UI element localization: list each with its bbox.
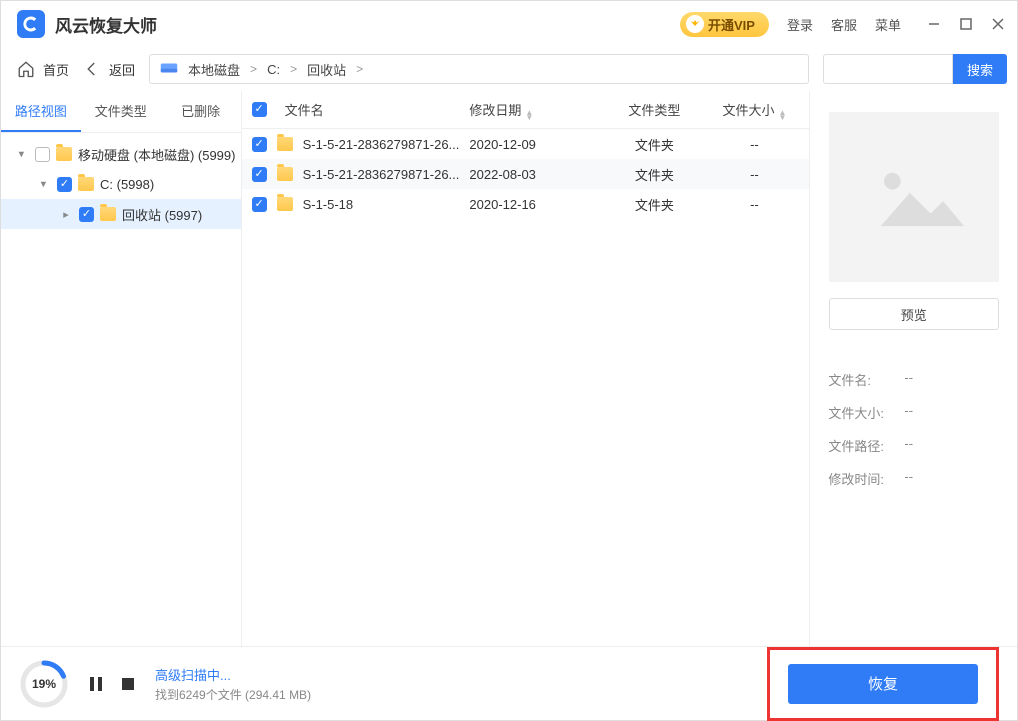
breadcrumb[interactable]: 本地磁盘> C:> 回收站> bbox=[149, 54, 809, 84]
preview-panel: 预览 文件名: -- 文件大小: -- 文件路径: -- 修改时间: -- bbox=[809, 91, 1017, 648]
footer: 19% 高级扫描中... 找到6249个文件 (294.41 MB) 恢复 bbox=[1, 646, 1017, 720]
recover-button[interactable]: 恢复 bbox=[788, 664, 978, 704]
file-size: -- bbox=[709, 197, 799, 212]
file-type: 文件夹 bbox=[609, 195, 699, 214]
progress-ring: 19% bbox=[19, 659, 69, 709]
tree-node[interactable]: ▸ C: (5998) bbox=[1, 169, 241, 199]
breadcrumb-seg[interactable]: 回收站 bbox=[307, 60, 346, 79]
stop-button[interactable] bbox=[119, 675, 137, 693]
tab-deleted[interactable]: 已删除 bbox=[161, 91, 241, 132]
folder-icon bbox=[277, 197, 293, 211]
minimize-button[interactable] bbox=[925, 15, 943, 33]
file-name: S-1-5-21-2836279871-26... bbox=[303, 167, 460, 182]
info-value: -- bbox=[904, 469, 913, 488]
checkbox[interactable] bbox=[57, 177, 72, 192]
tree-label: 移动硬盘 (本地磁盘) (5999) bbox=[78, 145, 235, 164]
table-row[interactable]: S-1-5-18 2020-12-16 文件夹 -- bbox=[242, 189, 810, 219]
recover-highlight: 恢复 bbox=[767, 647, 999, 721]
tree-label: 回收站 (5997) bbox=[122, 205, 202, 224]
tree-label: C: (5998) bbox=[100, 177, 154, 192]
menu-link[interactable]: 菜单 bbox=[875, 15, 901, 34]
preview-thumbnail bbox=[829, 112, 999, 282]
pause-button[interactable] bbox=[87, 675, 105, 693]
file-type: 文件夹 bbox=[609, 165, 699, 184]
search-button[interactable]: 搜索 bbox=[953, 54, 1007, 84]
folder-icon bbox=[277, 167, 293, 181]
table-row[interactable]: S-1-5-21-2836279871-26... 2022-08-03 文件夹 -- bbox=[242, 159, 810, 189]
sort-icon[interactable]: ▲▼ bbox=[778, 110, 786, 120]
app-logo bbox=[17, 10, 45, 38]
login-link[interactable]: 登录 bbox=[787, 15, 813, 34]
file-name: S-1-5-21-2836279871-26... bbox=[303, 137, 460, 152]
app-title: 风云恢复大师 bbox=[55, 12, 157, 37]
checkbox[interactable] bbox=[79, 207, 94, 222]
info-value: -- bbox=[904, 370, 913, 389]
file-size: -- bbox=[709, 167, 799, 182]
info-value: -- bbox=[904, 436, 913, 455]
sort-icon[interactable]: ▲▼ bbox=[525, 110, 533, 120]
tree-node-selected[interactable]: ▸ 回收站 (5997) bbox=[1, 199, 241, 229]
info-label: 文件路径: bbox=[828, 436, 890, 455]
breadcrumb-seg[interactable]: C: bbox=[267, 62, 280, 77]
folder-icon bbox=[277, 137, 293, 151]
tree-node[interactable]: ▸ 移动硬盘 (本地磁盘) (5999) bbox=[1, 139, 241, 169]
checkbox[interactable] bbox=[252, 197, 267, 212]
toolbar: 首页 返回 本地磁盘> C:> 回收站> 搜索 bbox=[1, 47, 1017, 91]
sidebar: 路径视图 文件类型 已删除 ▸ 移动硬盘 (本地磁盘) (5999) ▸ C: … bbox=[1, 91, 242, 648]
search-input[interactable] bbox=[823, 54, 953, 84]
info-label: 文件大小: bbox=[828, 403, 890, 422]
vip-button[interactable]: 开通VIP bbox=[680, 12, 769, 37]
info-label: 修改时间: bbox=[828, 469, 890, 488]
select-all-checkbox[interactable] bbox=[252, 102, 267, 117]
file-date: 2020-12-16 bbox=[469, 197, 599, 212]
chevron-right-icon[interactable]: ▸ bbox=[59, 208, 73, 221]
file-date: 2022-08-03 bbox=[469, 167, 599, 182]
info-label: 文件名: bbox=[828, 370, 890, 389]
checkbox[interactable] bbox=[35, 147, 50, 162]
folder-tree: ▸ 移动硬盘 (本地磁盘) (5999) ▸ C: (5998) ▸ 回收站 (… bbox=[1, 133, 241, 235]
tab-file-type[interactable]: 文件类型 bbox=[81, 91, 161, 132]
progress-percent: 19% bbox=[19, 659, 69, 709]
checkbox[interactable] bbox=[252, 137, 267, 152]
info-value: -- bbox=[904, 403, 913, 422]
vip-icon bbox=[686, 15, 704, 33]
file-date: 2020-12-09 bbox=[469, 137, 599, 152]
file-table: 文件名 修改日期 ▲▼ 文件类型 文件大小 ▲▼ S-1-5-21-28362798… bbox=[242, 91, 810, 648]
chevron-down-icon[interactable]: ▸ bbox=[16, 147, 29, 161]
tab-path-view[interactable]: 路径视图 bbox=[1, 91, 81, 132]
checkbox[interactable] bbox=[252, 167, 267, 182]
folder-icon bbox=[78, 177, 94, 191]
table-row[interactable]: S-1-5-21-2836279871-26... 2020-12-09 文件夹 -- bbox=[242, 129, 810, 159]
col-size[interactable]: 文件大小 bbox=[722, 103, 774, 118]
col-date[interactable]: 修改日期 bbox=[469, 103, 521, 118]
chevron-down-icon[interactable]: ▸ bbox=[38, 177, 51, 191]
breadcrumb-seg[interactable]: 本地磁盘 bbox=[188, 60, 240, 79]
file-type: 文件夹 bbox=[609, 135, 699, 154]
title-bar: 风云恢复大师 开通VIP 登录 客服 菜单 bbox=[1, 1, 1017, 47]
maximize-button[interactable] bbox=[957, 15, 975, 33]
file-name: S-1-5-18 bbox=[303, 197, 354, 212]
scan-status: 高级扫描中... bbox=[155, 665, 311, 684]
col-name[interactable]: 文件名 bbox=[285, 100, 324, 119]
table-header: 文件名 修改日期 ▲▼ 文件类型 文件大小 ▲▼ bbox=[242, 91, 810, 129]
preview-button[interactable]: 预览 bbox=[829, 298, 999, 330]
scan-detail: 找到6249个文件 (294.41 MB) bbox=[155, 686, 311, 703]
disk-icon bbox=[160, 61, 178, 78]
col-type[interactable]: 文件类型 bbox=[609, 100, 699, 119]
close-button[interactable] bbox=[989, 15, 1007, 33]
folder-icon bbox=[100, 207, 116, 221]
back-button[interactable]: 返回 bbox=[83, 60, 135, 79]
file-size: -- bbox=[709, 137, 799, 152]
folder-icon bbox=[56, 147, 72, 161]
home-button[interactable]: 首页 bbox=[17, 60, 69, 79]
support-link[interactable]: 客服 bbox=[831, 15, 857, 34]
